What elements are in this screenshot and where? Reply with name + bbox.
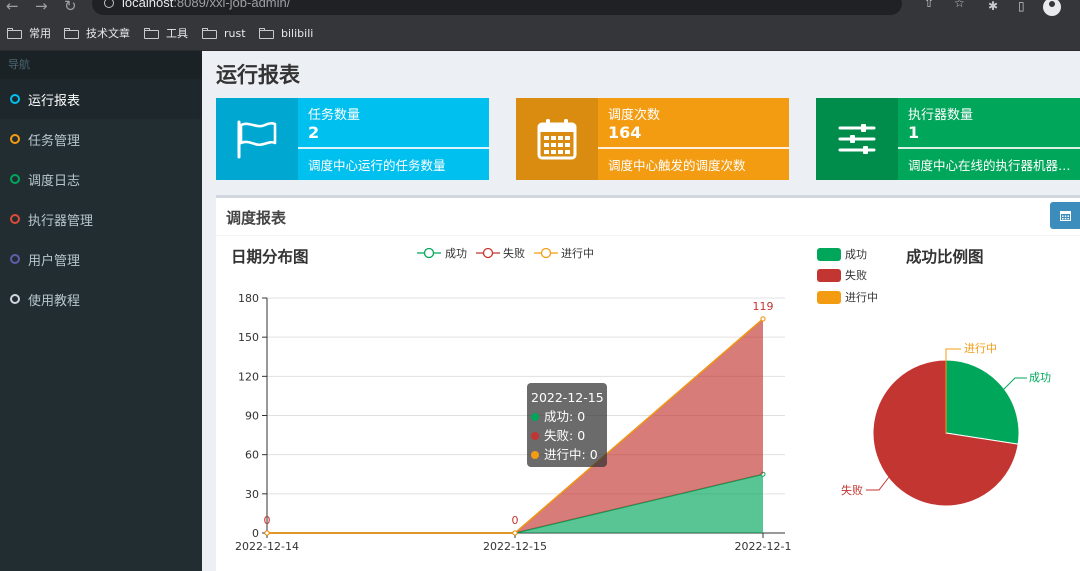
y-tick-label: 90 <box>245 410 259 423</box>
legend-label: 成功 <box>445 247 467 260</box>
y-tick-label: 60 <box>245 449 259 462</box>
legend-swatch <box>817 248 841 261</box>
tooltip-row: 进行中: 0 <box>531 445 607 464</box>
line-chart: 03060901201501802022-12-14 2022-12-15 2022… <box>235 292 791 553</box>
pie-chart <box>872 359 1020 507</box>
tooltip-dot <box>531 431 539 440</box>
data-point <box>512 530 518 536</box>
tooltip-dot <box>531 412 539 421</box>
legend-marker <box>482 247 494 259</box>
pie-label: 失败 <box>841 483 863 497</box>
y-tick-label: 0 <box>252 527 259 540</box>
data-label: 0 <box>264 514 271 527</box>
legend-label: 进行中 <box>561 247 594 260</box>
data-label: 0 <box>512 514 519 527</box>
tooltip-title: 2022-12-15 <box>531 390 604 405</box>
legend-swatch <box>817 269 841 282</box>
legend-label: 进行中 <box>845 291 878 304</box>
y-tick-label: 150 <box>238 331 259 344</box>
legend-marker <box>423 247 435 259</box>
pie-chart-legend[interactable]: 成功 失败 进行中 <box>817 248 878 304</box>
line-chart-legend[interactable]: 成功 失败 进行中 <box>417 246 594 260</box>
x-tick-label: 2022-12-15 <box>483 540 547 553</box>
y-tick-label: 30 <box>245 488 259 501</box>
pie-chart-title: 成功比例图 <box>906 247 984 266</box>
legend-marker <box>540 247 552 259</box>
data-point <box>760 316 766 322</box>
charts-layer: 日期分布图 成功 失败 进行中 0 30 60 90 120 150 180 2022-12-… <box>231 246 1051 553</box>
tooltip-row: 成功: 0 <box>531 407 607 426</box>
y-tick-label: 120 <box>238 370 259 383</box>
legend-label: 失败 <box>503 246 525 260</box>
pie-label: 成功 <box>1029 371 1051 384</box>
data-point <box>264 530 270 536</box>
x-tick-label: 2022-12-1 <box>735 540 792 553</box>
data-label: 119 <box>753 300 774 313</box>
legend-label: 失败 <box>845 268 867 282</box>
line-chart-title: 日期分布图 <box>231 247 309 266</box>
tooltip-dot <box>531 450 539 459</box>
legend-swatch <box>817 291 841 304</box>
legend-label: 成功 <box>845 248 867 261</box>
pie-slice <box>945 359 1020 445</box>
pie-label: 进行中 <box>964 342 997 355</box>
chart-tooltip: 2022-12-15 成功: 0 失败: 0 进行中: 0 <box>527 383 607 467</box>
x-tick-label: 2022-12-14 <box>235 540 299 553</box>
y-tick-label: 180 <box>238 292 259 305</box>
tooltip-row: 失败: 0 <box>531 426 607 445</box>
